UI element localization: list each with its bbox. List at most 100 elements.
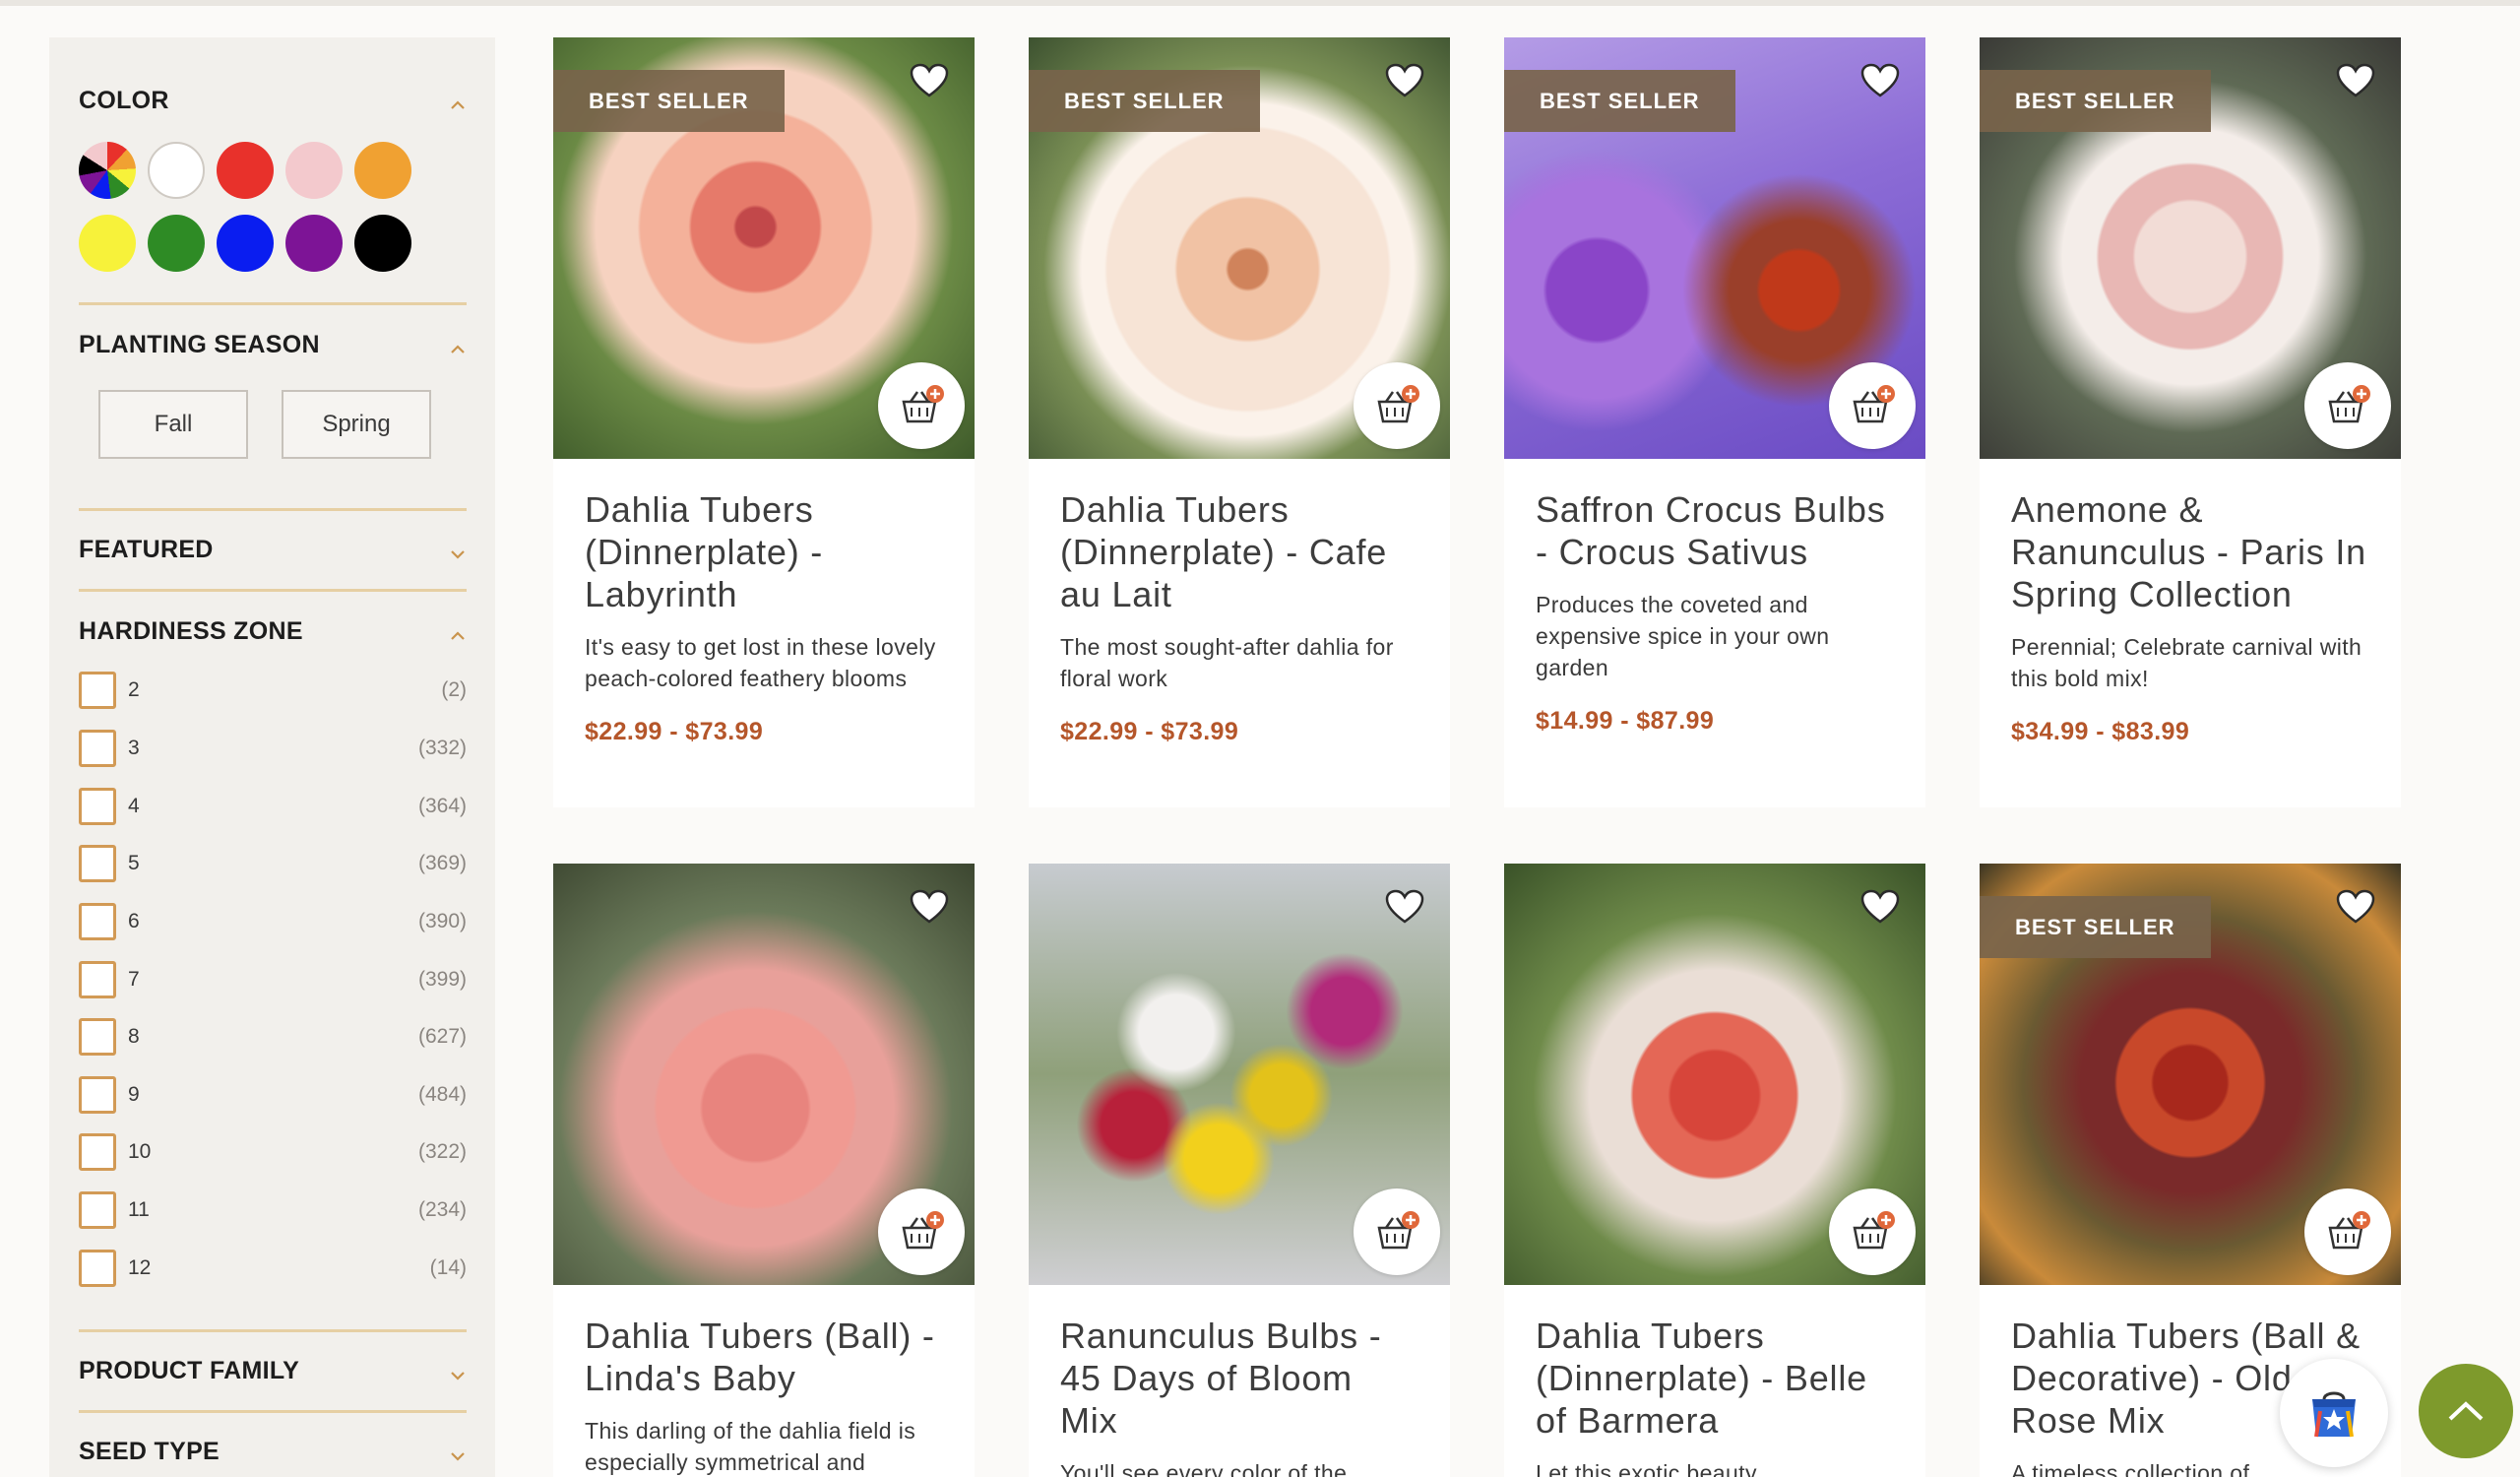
zone-checkbox[interactable] <box>79 1133 116 1171</box>
zone-option[interactable]: 9 (484) <box>79 1075 467 1115</box>
zone-option[interactable]: 12 (14) <box>79 1249 467 1288</box>
swatch-red[interactable] <box>217 142 274 199</box>
swatch-multicolor[interactable] <box>79 142 136 199</box>
product-title[interactable]: Dahlia Tubers (Dinnerplate) - Cafe au La… <box>1060 488 1418 615</box>
product-price: $14.99 - $87.99 <box>1536 707 1715 735</box>
shopping-bag-button[interactable] <box>2280 1359 2388 1467</box>
product-family-header[interactable]: PRODUCT FAMILY <box>79 1357 467 1385</box>
zone-option[interactable]: 8 (627) <box>79 1017 467 1057</box>
divider <box>79 1329 467 1332</box>
color-filter-header[interactable]: COLOR <box>79 87 467 115</box>
product-image[interactable] <box>553 864 975 1285</box>
heart-icon[interactable] <box>2336 889 2375 925</box>
product-image[interactable]: BEST SELLER <box>1029 37 1450 459</box>
zone-label: 9 <box>128 1083 140 1106</box>
heart-icon[interactable] <box>1385 63 1424 98</box>
zone-checkbox[interactable] <box>79 730 116 767</box>
season-fall-button[interactable]: Fall <box>98 390 248 459</box>
swatch-black[interactable] <box>354 215 411 272</box>
swatch-purple[interactable] <box>285 215 343 272</box>
filter-sidebar: COLOR PLANTING SEASON Fall Spring FEATUR… <box>49 37 495 1477</box>
swatch-blue[interactable] <box>217 215 274 272</box>
chevron-down-icon[interactable] <box>449 542 467 559</box>
planting-season-header[interactable]: PLANTING SEASON <box>79 331 467 359</box>
zone-option[interactable]: 4 (364) <box>79 787 467 826</box>
zone-option[interactable]: 5 (369) <box>79 844 467 883</box>
add-to-cart-button[interactable] <box>1354 1188 1440 1275</box>
product-card[interactable]: Dahlia Tubers (Ball) - Linda's Baby This… <box>553 864 975 1477</box>
product-card[interactable]: BEST SELLER Saffron Crocus Bulbs - Crocu… <box>1504 37 1925 807</box>
add-to-cart-button[interactable] <box>1354 362 1440 449</box>
product-card[interactable]: BEST SELLER Dahlia Tubers (Dinnerplate) … <box>553 37 975 807</box>
zone-checkbox[interactable] <box>79 672 116 709</box>
heart-icon[interactable] <box>910 63 949 98</box>
product-title[interactable]: Saffron Crocus Bulbs - Crocus Sativus <box>1536 488 1894 573</box>
zone-option[interactable]: 3 (332) <box>79 729 467 768</box>
zone-option[interactable]: 6 (390) <box>79 902 467 941</box>
seed-type-header[interactable]: SEED TYPE <box>79 1438 467 1466</box>
product-title[interactable]: Anemone & Ranunculus - Paris In Spring C… <box>2011 488 2369 615</box>
chevron-down-icon[interactable] <box>449 1363 467 1381</box>
product-image[interactable] <box>1029 864 1450 1285</box>
product-image[interactable]: BEST SELLER <box>553 37 975 459</box>
zone-checkbox[interactable] <box>79 903 116 940</box>
chevron-up-icon[interactable] <box>449 623 467 641</box>
product-image[interactable]: BEST SELLER <box>1504 37 1925 459</box>
heart-icon[interactable] <box>1860 889 1900 925</box>
zone-checkbox[interactable] <box>79 1250 116 1287</box>
zone-label: 2 <box>128 678 140 701</box>
zone-checkbox[interactable] <box>79 1076 116 1114</box>
product-card[interactable]: BEST SELLER Anemone & Ranunculus - Paris… <box>1980 37 2401 807</box>
chevron-up-icon[interactable] <box>449 337 467 354</box>
season-spring-button[interactable]: Spring <box>282 390 431 459</box>
zone-checkbox[interactable] <box>79 1191 116 1229</box>
product-family-title: PRODUCT FAMILY <box>79 1357 300 1384</box>
add-to-cart-button[interactable] <box>878 1188 965 1275</box>
scroll-to-top-button[interactable] <box>2419 1364 2513 1458</box>
zone-checkbox[interactable] <box>79 1018 116 1056</box>
product-card[interactable]: Ranunculus Bulbs - 45 Days of Bloom Mix … <box>1029 864 1450 1477</box>
basket-plus-icon <box>1377 385 1419 423</box>
heart-icon[interactable] <box>1385 889 1424 925</box>
zone-checkbox[interactable] <box>79 788 116 825</box>
chevron-down-icon[interactable] <box>449 1444 467 1461</box>
zone-count: (2) <box>441 678 467 701</box>
heart-icon[interactable] <box>910 889 949 925</box>
zone-checkbox[interactable] <box>79 961 116 998</box>
add-to-cart-button[interactable] <box>2304 362 2391 449</box>
swatch-yellow[interactable] <box>79 215 136 272</box>
swatch-orange[interactable] <box>354 142 411 199</box>
add-to-cart-button[interactable] <box>878 362 965 449</box>
heart-icon[interactable] <box>2336 63 2375 98</box>
zone-label: 5 <box>128 852 140 874</box>
product-image[interactable] <box>1504 864 1925 1285</box>
zone-option[interactable]: 10 (322) <box>79 1132 467 1172</box>
zone-option[interactable]: 7 (399) <box>79 960 467 999</box>
product-card[interactable]: BEST SELLER Dahlia Tubers (Dinnerplate) … <box>1029 37 1450 807</box>
zone-option[interactable]: 11 (234) <box>79 1190 467 1230</box>
swatch-white[interactable] <box>148 142 205 199</box>
swatch-pink[interactable] <box>285 142 343 199</box>
zone-option[interactable]: 2 (2) <box>79 671 467 710</box>
chevron-up-icon[interactable] <box>449 93 467 110</box>
featured-filter-header[interactable]: FEATURED <box>79 536 467 564</box>
product-title[interactable]: Dahlia Tubers (Dinnerplate) - Belle of B… <box>1536 1315 1894 1442</box>
product-card[interactable]: Dahlia Tubers (Dinnerplate) - Belle of B… <box>1504 864 1925 1477</box>
hardiness-zone-header[interactable]: HARDINESS ZONE <box>79 617 467 646</box>
zone-checkbox[interactable] <box>79 845 116 882</box>
product-description: Perennial; Celebrate carnival with this … <box>2011 634 2362 691</box>
zone-count: (364) <box>417 795 467 817</box>
swatch-green[interactable] <box>148 215 205 272</box>
product-title[interactable]: Dahlia Tubers (Dinnerplate) - Labyrinth <box>585 488 943 615</box>
add-to-cart-button[interactable] <box>1829 1188 1916 1275</box>
best-seller-badge: BEST SELLER <box>1980 896 2211 958</box>
basket-plus-icon <box>1853 1211 1895 1250</box>
heart-icon[interactable] <box>1860 63 1900 98</box>
product-title[interactable]: Dahlia Tubers (Ball) - Linda's Baby <box>585 1315 943 1399</box>
add-to-cart-button[interactable] <box>2304 1188 2391 1275</box>
product-title[interactable]: Ranunculus Bulbs - 45 Days of Bloom Mix <box>1060 1315 1418 1442</box>
product-image[interactable]: BEST SELLER <box>1980 37 2401 459</box>
zone-count: (234) <box>417 1198 467 1221</box>
add-to-cart-button[interactable] <box>1829 362 1916 449</box>
product-image[interactable]: BEST SELLER <box>1980 864 2401 1285</box>
